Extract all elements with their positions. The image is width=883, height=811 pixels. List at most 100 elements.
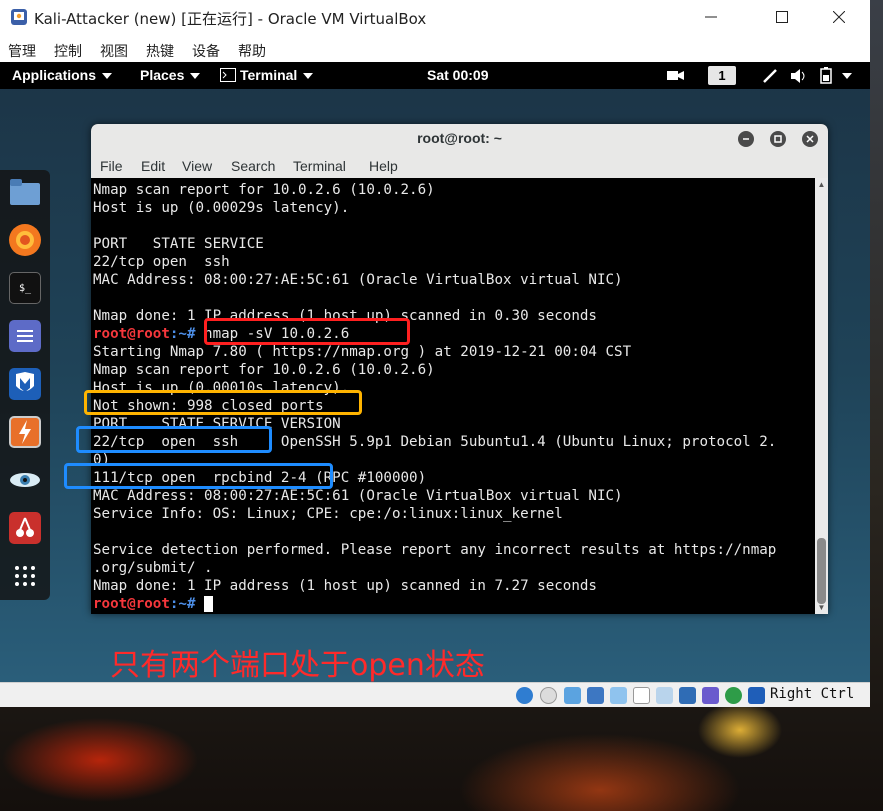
files-icon[interactable] bbox=[9, 176, 41, 208]
terminal-maximize-button[interactable] bbox=[770, 131, 786, 147]
optical-drive-icon[interactable] bbox=[540, 687, 557, 704]
virtualization-icon[interactable] bbox=[702, 687, 719, 704]
terminal-line: PORT STATE SERVICE bbox=[93, 236, 264, 252]
close-icon bbox=[806, 135, 814, 143]
display-status-icon[interactable] bbox=[633, 687, 650, 704]
dropdown-arrow-icon bbox=[102, 73, 113, 80]
scroll-down-icon[interactable]: ▼ bbox=[817, 603, 826, 612]
terminal-menu-view[interactable]: View bbox=[182, 158, 212, 174]
annotation-caption: 只有两个端口处于open状态 bbox=[110, 648, 485, 682]
terminal-line: 22/tcp open ssh bbox=[93, 254, 230, 270]
mouse-integration-icon[interactable] bbox=[748, 687, 765, 704]
prompt-path: :~# bbox=[169, 326, 196, 342]
terminal-scrollbar[interactable]: ▲ ▼ bbox=[815, 178, 828, 614]
terminal-small-icon bbox=[220, 68, 236, 82]
text-cursor bbox=[204, 596, 214, 612]
prompt-user: root@root bbox=[93, 326, 170, 342]
virtualbox-logo-icon bbox=[11, 9, 27, 25]
highlight-command-box bbox=[204, 318, 410, 345]
terminal-menubar: File Edit View Search Terminal Help bbox=[91, 154, 828, 178]
maximize-icon bbox=[774, 135, 782, 143]
minimize-icon bbox=[705, 16, 717, 18]
terminal-menu-help[interactable]: Help bbox=[369, 158, 398, 174]
usb-status-icon[interactable] bbox=[564, 687, 581, 704]
highlight-rpcbind-port-box bbox=[64, 463, 333, 489]
menu-devices[interactable]: 设备 bbox=[192, 41, 220, 61]
window-title: Kali-Attacker (new) [正在运行] - Oracle VM V… bbox=[34, 10, 427, 28]
highlight-ssh-port-box bbox=[76, 426, 272, 453]
window-titlebar[interactable]: Kali-Attacker (new) [正在运行] - Oracle VM V… bbox=[0, 0, 870, 36]
terminal-line: Service detection performed. Please repo… bbox=[93, 542, 777, 558]
volume-icon[interactable] bbox=[790, 68, 808, 84]
metasploit-icon[interactable] bbox=[9, 368, 41, 400]
terminal-line: .org/submit/ . bbox=[93, 560, 213, 576]
terminal-close-button[interactable] bbox=[802, 131, 818, 147]
terminal-menu-search[interactable]: Search bbox=[231, 158, 275, 174]
firefox-icon[interactable] bbox=[9, 224, 41, 256]
scroll-up-icon[interactable]: ▲ bbox=[817, 180, 826, 189]
recording-status-icon[interactable] bbox=[656, 687, 673, 704]
terminal-titlebar[interactable]: root@root: ~ bbox=[91, 124, 828, 154]
highlight-closed-ports-box bbox=[84, 390, 362, 415]
dock: $_ bbox=[0, 170, 50, 600]
terminal-menu-file[interactable]: File bbox=[100, 158, 123, 174]
terminal-line: Service Info: OS: Linux; CPE: cpe:/o:lin… bbox=[93, 506, 563, 522]
workspace-indicator[interactable]: 1 bbox=[708, 66, 736, 85]
host-key-label[interactable]: Right Ctrl bbox=[770, 686, 854, 702]
minimize-button[interactable] bbox=[688, 0, 734, 34]
close-window-button[interactable] bbox=[816, 0, 862, 34]
eye-icon[interactable] bbox=[9, 464, 41, 496]
terminal-icon[interactable]: $_ bbox=[9, 272, 41, 304]
guest-additions-icon[interactable] bbox=[725, 687, 742, 704]
minimize-icon bbox=[743, 138, 749, 140]
dropdown-arrow-icon bbox=[190, 73, 201, 80]
terminal-title: root@root: ~ bbox=[417, 130, 502, 146]
menu-view[interactable]: 视图 bbox=[100, 41, 128, 61]
scrollbar-thumb[interactable] bbox=[817, 538, 826, 604]
terminal-line: MAC Address: 08:00:27:AE:5C:61 (Oracle V… bbox=[93, 488, 623, 504]
places-menu[interactable]: Places bbox=[140, 67, 201, 83]
prompt-user: root@root bbox=[93, 596, 170, 612]
network-adapter-icon[interactable] bbox=[679, 687, 696, 704]
video-camera-icon[interactable] bbox=[667, 68, 685, 82]
maximize-icon bbox=[776, 11, 788, 23]
dropdown-arrow-icon bbox=[303, 73, 314, 80]
menu-control[interactable]: 控制 bbox=[54, 41, 82, 61]
terminal-menu-terminal[interactable]: Terminal bbox=[293, 158, 346, 174]
applications-menu[interactable]: Applications bbox=[12, 67, 113, 83]
prompt-line: root@root:~# bbox=[93, 595, 815, 613]
notes-icon[interactable] bbox=[9, 320, 41, 352]
menu-manage[interactable]: 管理 bbox=[8, 41, 36, 61]
terminal-line: Host is up (0.00029s latency). bbox=[93, 200, 350, 216]
close-icon bbox=[833, 11, 845, 23]
cherrytree-icon[interactable] bbox=[9, 512, 41, 544]
network-status-icon[interactable] bbox=[587, 687, 604, 704]
terminal-line: MAC Address: 08:00:27:AE:5C:61 (Oracle V… bbox=[93, 272, 623, 288]
guest-screen[interactable]: Applications Places Terminal Sat 00:09 1… bbox=[0, 62, 870, 682]
app-grid-icon[interactable] bbox=[9, 560, 41, 592]
pen-tool-icon[interactable] bbox=[762, 68, 778, 84]
system-menu-arrow-icon[interactable] bbox=[842, 73, 852, 79]
menu-hotkeys[interactable]: 热键 bbox=[146, 41, 174, 61]
terminal-menu-edit[interactable]: Edit bbox=[141, 158, 165, 174]
audio-status-icon[interactable] bbox=[516, 687, 533, 704]
terminal-app-menu[interactable]: Terminal bbox=[220, 67, 314, 83]
terminal-window[interactable]: root@root: ~ File Edit View Search Termi… bbox=[91, 124, 828, 614]
command-text bbox=[196, 596, 205, 612]
burpsuite-icon[interactable] bbox=[9, 416, 41, 448]
terminal-minimize-button[interactable] bbox=[738, 131, 754, 147]
menu-help[interactable]: 帮助 bbox=[238, 41, 266, 61]
terminal-line: Nmap done: 1 IP address (1 host up) scan… bbox=[93, 308, 597, 324]
prompt-line: root@root:~# nmap -sV 10.0.2.6 bbox=[93, 325, 815, 343]
virtualbox-statusbar: Right Ctrl bbox=[0, 682, 870, 707]
battery-icon[interactable] bbox=[818, 67, 836, 84]
shared-folders-icon[interactable] bbox=[610, 687, 627, 704]
maximize-button[interactable] bbox=[759, 0, 805, 34]
clock[interactable]: Sat 00:09 bbox=[427, 67, 488, 83]
terminal-line: Starting Nmap 7.80 ( https://nmap.org ) … bbox=[93, 344, 632, 360]
terminal-line: Nmap done: 1 IP address (1 host up) scan… bbox=[93, 578, 597, 594]
gnome-top-bar: Applications Places Terminal Sat 00:09 1 bbox=[0, 62, 870, 89]
